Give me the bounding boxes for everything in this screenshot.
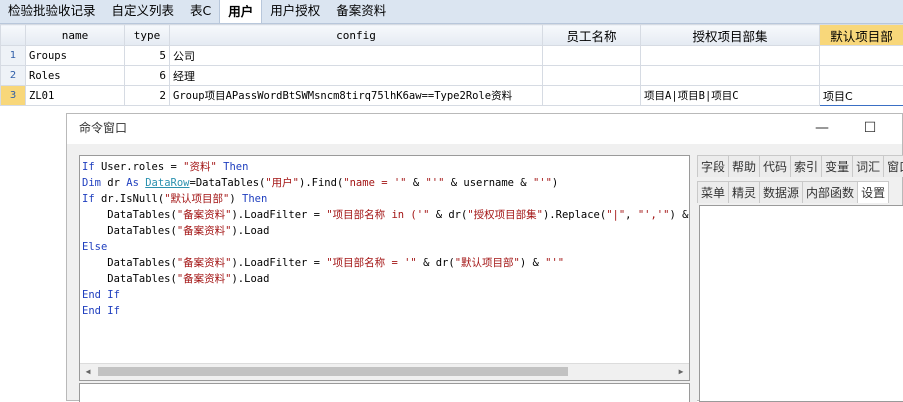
maximize-icon[interactable]: ☐ [855, 114, 885, 142]
cell-config[interactable]: 经理 [170, 66, 543, 86]
cell-employee-name[interactable] [543, 86, 641, 106]
code-line[interactable]: End If [82, 287, 689, 303]
panel-tabs-row-1: 字段 帮助 代码 索引 变量 词汇 窗口 [697, 155, 903, 177]
code-line[interactable]: Else [82, 239, 689, 255]
code-line[interactable]: DataTables("备案资料").LoadFilter = "项目部名称 =… [82, 255, 689, 271]
table-row[interactable]: 2 Roles 6 经理 [1, 66, 903, 86]
row-number[interactable]: 2 [1, 66, 26, 86]
minimize-icon[interactable]: — [807, 114, 837, 142]
cell-name[interactable]: Roles [26, 66, 125, 86]
splitter[interactable] [690, 155, 697, 402]
code-line[interactable]: Dim dr As DataRow=DataTables("用户").Find(… [82, 175, 689, 191]
code-text[interactable]: If User.roles = "资料" ThenDim dr As DataR… [80, 156, 689, 319]
cell-default-department-editor[interactable]: 项目C [820, 86, 903, 106]
tab-users[interactable]: 用户 [219, 0, 262, 23]
code-line[interactable]: DataTables("备案资料").Load [82, 271, 689, 287]
tab-datasource[interactable]: 数据源 [759, 181, 803, 203]
tab-window[interactable]: 窗口 [883, 155, 903, 177]
cell-name[interactable]: Groups [26, 46, 125, 66]
tab-menu[interactable]: 菜单 [697, 181, 729, 203]
tab-wizard[interactable]: 精灵 [728, 181, 760, 203]
column-header-type[interactable]: type [125, 25, 170, 46]
code-line[interactable]: If User.roles = "资料" Then [82, 159, 689, 175]
cell-type[interactable]: 2 [125, 86, 170, 106]
cell-name[interactable]: ZL01 [26, 86, 125, 106]
cell-type[interactable]: 5 [125, 46, 170, 66]
tab-settings[interactable]: 设置 [857, 181, 889, 203]
helper-panel: 字段 帮助 代码 索引 变量 词汇 窗口 菜单 精灵 数据源 内部函数 设置 [697, 155, 903, 402]
users-grid: name type config 员工名称 授权项目部集 默认项目部 1 Gro… [0, 24, 903, 108]
cell-authorized-departments[interactable] [641, 66, 820, 86]
output-pane[interactable] [79, 383, 690, 402]
cell-authorized-departments[interactable] [641, 46, 820, 66]
column-header-employee-name[interactable]: 员工名称 [543, 25, 641, 46]
tab-help[interactable]: 帮助 [728, 155, 760, 177]
cell-employee-name[interactable] [543, 46, 641, 66]
cell-config[interactable]: 公司 [170, 46, 543, 66]
tab-vocabulary[interactable]: 词汇 [852, 155, 884, 177]
tab-internal-functions[interactable]: 内部函数 [802, 181, 858, 203]
command-window-title: 命令窗口 [79, 121, 127, 135]
scrollbar-thumb[interactable] [98, 367, 568, 376]
tab-variables[interactable]: 变量 [821, 155, 853, 177]
cell-employee-name[interactable] [543, 66, 641, 86]
command-window: 命令窗口 — ☐ If User.roles = "资料" ThenDim dr… [66, 113, 903, 401]
cell-default-department[interactable] [820, 66, 903, 86]
tab-inspection-records[interactable]: 检验批验收记录 [0, 0, 104, 23]
scroll-left-icon[interactable]: ◀ [81, 365, 95, 379]
cell-authorized-departments[interactable]: 项目A|项目B|项目C [641, 86, 820, 106]
tab-index[interactable]: 索引 [790, 155, 822, 177]
column-header-name[interactable]: name [26, 25, 125, 46]
column-header-authorized-departments[interactable]: 授权项目部集 [641, 25, 820, 46]
code-line[interactable]: If dr.IsNull("默认项目部") Then [82, 191, 689, 207]
tab-user-authorization[interactable]: 用户授权 [262, 0, 328, 23]
row-number[interactable]: 1 [1, 46, 26, 66]
column-header-default-department[interactable]: 默认项目部 [820, 25, 903, 46]
code-line[interactable]: End If [82, 303, 689, 319]
table-row[interactable]: 1 Groups 5 公司 [1, 46, 903, 66]
tab-code[interactable]: 代码 [759, 155, 791, 177]
tab-custom-list[interactable]: 自定义列表 [104, 0, 183, 23]
column-header-config[interactable]: config [170, 25, 543, 46]
code-line[interactable]: DataTables("备案资料").LoadFilter = "项目部名称 i… [82, 207, 689, 223]
horizontal-scrollbar[interactable]: ◀ ▶ [80, 363, 689, 380]
tab-table-c[interactable]: 表C [182, 0, 219, 23]
scroll-right-icon[interactable]: ▶ [674, 365, 688, 379]
code-editor[interactable]: If User.roles = "资料" ThenDim dr As DataR… [79, 155, 690, 381]
cell-default-department[interactable] [820, 46, 903, 66]
tab-fields[interactable]: 字段 [697, 155, 729, 177]
panel-content[interactable] [699, 205, 903, 402]
cell-type[interactable]: 6 [125, 66, 170, 86]
row-number[interactable]: 3 [1, 86, 26, 106]
tab-bar: 检验批验收记录 自定义列表 表C 用户 用户授权 备案资料 [0, 0, 903, 24]
tab-filing-materials[interactable]: 备案资料 [328, 0, 394, 23]
cell-config[interactable]: Group项目APassWordBtSWMsncm8tirq75lhK6aw==… [170, 86, 543, 106]
code-line[interactable]: DataTables("备案资料").Load [82, 223, 689, 239]
panel-tabs-row-2: 菜单 精灵 数据源 内部函数 设置 [697, 181, 903, 203]
table-row[interactable]: 3 ZL01 2 Group项目APassWordBtSWMsncm8tirq7… [1, 86, 903, 106]
grid-corner[interactable] [1, 25, 26, 46]
command-window-titlebar[interactable]: 命令窗口 — ☐ [67, 114, 902, 144]
